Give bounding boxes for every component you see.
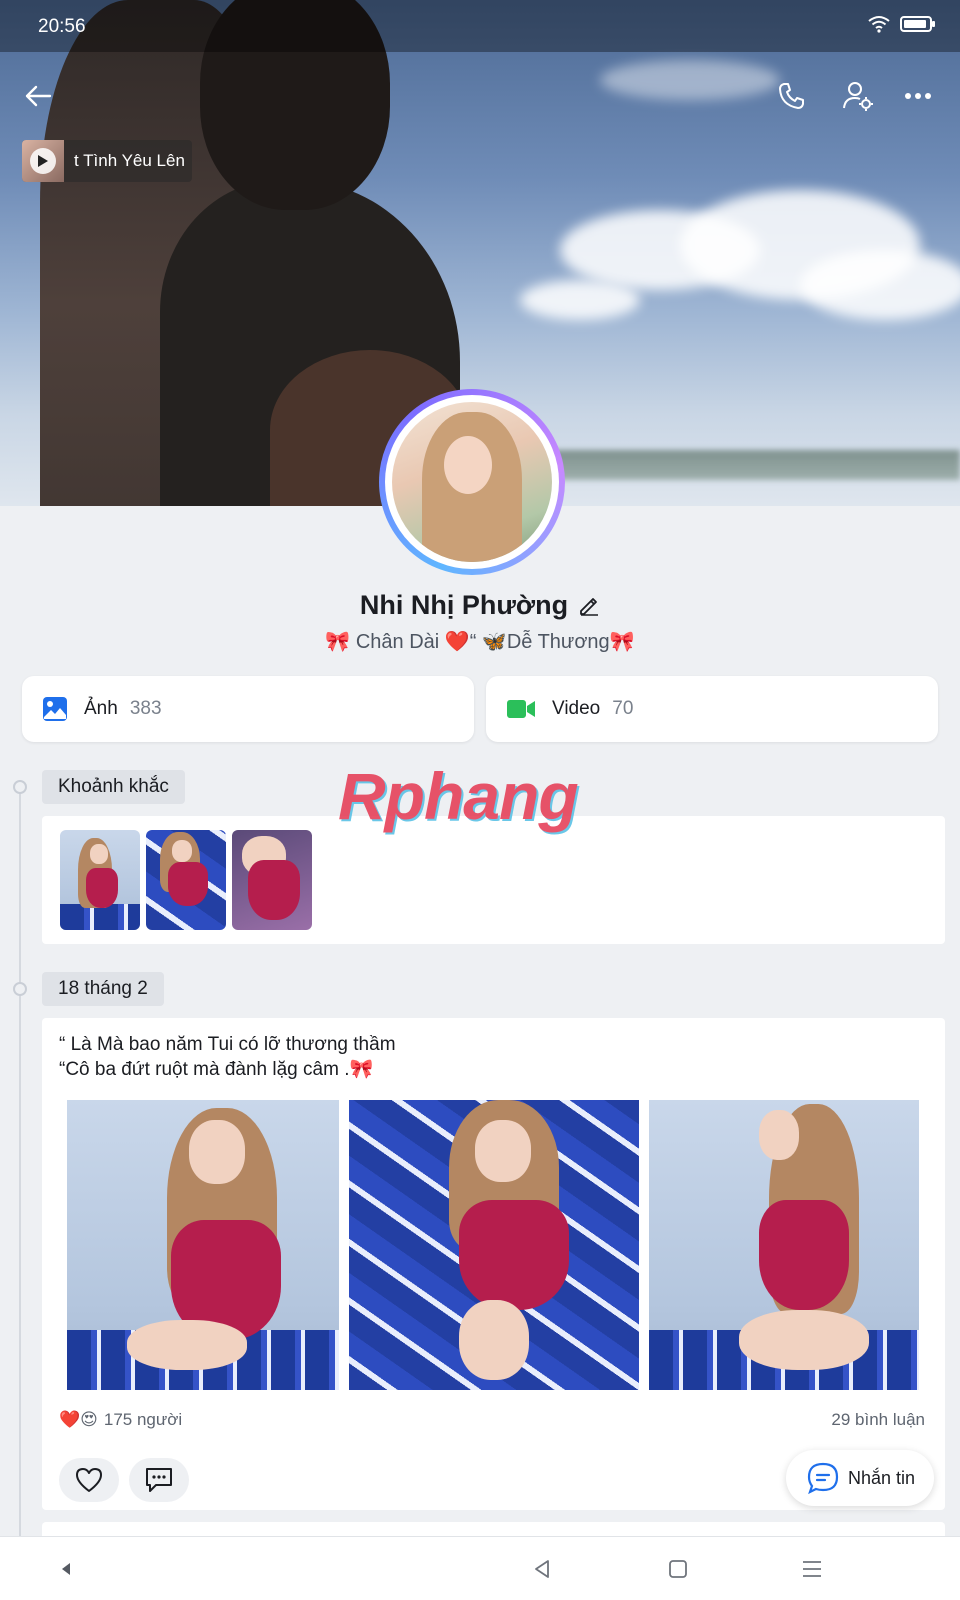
edit-name-button[interactable] — [578, 592, 600, 623]
call-button[interactable] — [772, 76, 812, 116]
triangle-left-icon — [62, 1563, 70, 1575]
battery-icon — [900, 16, 935, 32]
cover-silhouette — [20, 0, 470, 506]
profile-name-text: Nhi Nhị Phường — [359, 590, 569, 620]
moment-thumbnail[interactable] — [232, 830, 312, 930]
pencil-icon — [580, 598, 599, 616]
square-icon — [669, 1560, 687, 1578]
more-dots-icon — [905, 93, 931, 99]
moment-thumbnail[interactable] — [146, 830, 226, 930]
play-icon — [38, 155, 48, 167]
post-date: 18 tháng 2 — [42, 972, 164, 1006]
post-caption: “ Là Mà bao năm Tui có lỡ thương thầm “C… — [59, 1032, 396, 1082]
post-caption-line: “ Là Mà bao năm Tui có lỡ thương thầm — [59, 1034, 396, 1055]
user-settings-icon — [843, 82, 873, 111]
status-time: 20:56 — [38, 16, 86, 37]
photos-label: Ảnh — [84, 698, 118, 719]
photos-count: 383 — [129, 698, 162, 719]
back-button[interactable] — [18, 76, 58, 116]
nav-back-button[interactable] — [526, 1553, 558, 1585]
post-caption-line: “Cô ba đứt ruột mà đành lặg câm .🎀 — [59, 1059, 374, 1080]
reactions-summary[interactable]: ❤️😍 175 người — [59, 1410, 182, 1430]
wifi-icon — [868, 16, 890, 33]
like-button[interactable] — [59, 1458, 119, 1502]
timeline-dot — [13, 780, 27, 794]
reactions-count: 175 người — [103, 1410, 183, 1429]
heart-icon — [76, 1468, 102, 1492]
message-button-label: Nhắn tin — [848, 1467, 916, 1488]
comments-count[interactable]: 29 bình luận — [831, 1410, 925, 1430]
profile-settings-button[interactable] — [838, 76, 878, 116]
moments-panel — [42, 816, 945, 944]
post-photo[interactable] — [67, 1100, 339, 1390]
message-button[interactable]: Nhắn tin — [786, 1450, 934, 1506]
nav-menu-button[interactable] — [796, 1553, 828, 1585]
videos-label: Video — [552, 698, 601, 719]
post-card: “ Là Mà bao năm Tui có lỡ thương thầm “C… — [42, 1018, 945, 1510]
system-nav-bar — [0, 1536, 960, 1600]
post-photo[interactable] — [349, 1100, 639, 1390]
watermark-logo: Rphang — [338, 759, 579, 833]
image-icon — [43, 697, 67, 721]
comment-icon — [146, 1468, 172, 1492]
timeline-line — [19, 780, 21, 1540]
profile-name: Nhi Nhị Phường — [0, 590, 960, 623]
nav-home-button[interactable] — [662, 1553, 694, 1585]
timeline-dot — [13, 982, 27, 996]
phone-icon — [779, 83, 804, 109]
comment-button[interactable] — [129, 1458, 189, 1502]
moment-thumbnail[interactable] — [60, 830, 140, 930]
profile-music-chip[interactable]: t Tình Yêu Lên — [22, 140, 192, 182]
chat-bubble-icon — [807, 1462, 839, 1495]
post-photo[interactable] — [649, 1100, 919, 1390]
status-bar: 20:56 — [0, 0, 960, 52]
nav-back-small-button[interactable] — [50, 1553, 82, 1585]
music-thumbnail — [22, 140, 64, 182]
photos-card[interactable]: Ảnh 383 — [22, 676, 474, 742]
profile-bio: 🎀 Chân Dài ❤️“ 🦋Dễ Thương🎀 — [325, 631, 635, 653]
video-camera-icon — [507, 700, 535, 718]
avatar[interactable] — [379, 389, 565, 575]
reaction-emojis: ❤️😍 — [59, 1410, 98, 1429]
back-triangle-icon — [535, 1560, 549, 1578]
menu-lines-icon — [803, 1561, 821, 1577]
more-button[interactable] — [898, 76, 938, 116]
moments-label: Khoảnh khắc — [42, 770, 185, 804]
videos-count: 70 — [612, 698, 634, 719]
arrow-left-icon — [25, 85, 52, 107]
videos-card[interactable]: Video 70 — [486, 676, 938, 742]
music-title: t Tình Yêu Lên — [74, 151, 185, 170]
